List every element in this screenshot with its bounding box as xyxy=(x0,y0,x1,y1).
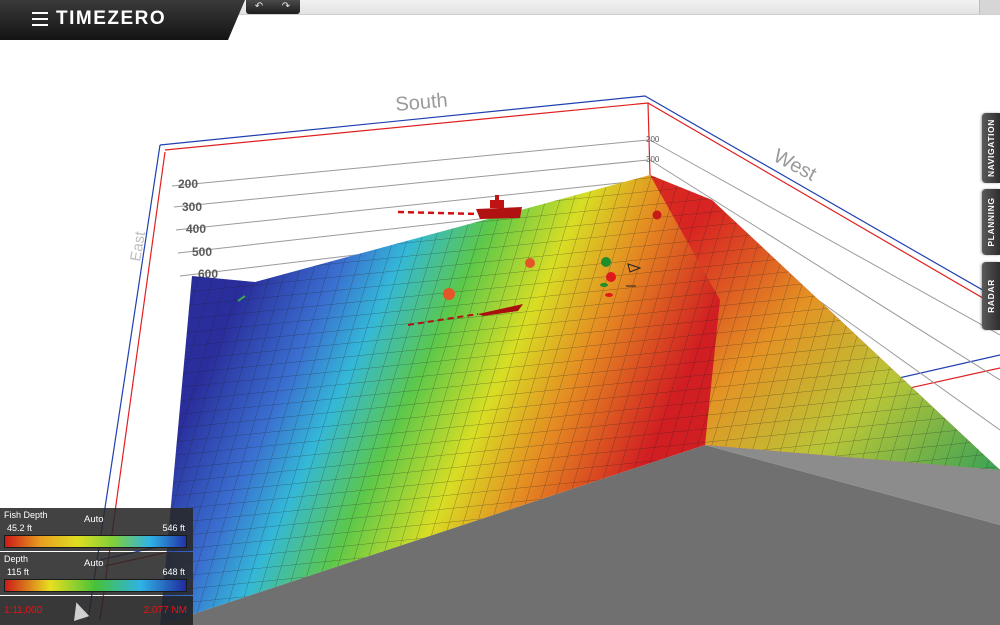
legend-max-value: 546 ft xyxy=(162,523,185,533)
waypoint-marker-icon[interactable] xyxy=(601,257,611,267)
legend-title: Fish Depth xyxy=(4,510,48,520)
own-ship-vessel-icon[interactable] xyxy=(476,195,522,219)
scale-bar: 1:11,000 2.077 NM xyxy=(0,596,193,625)
target-marker-icon[interactable] xyxy=(443,288,455,300)
target-marker-icon[interactable] xyxy=(652,210,662,220)
target-marker-icon[interactable] xyxy=(606,272,616,282)
tab-radar[interactable]: RADAR xyxy=(982,262,1000,330)
depth-tick-label: 500 xyxy=(192,245,212,259)
tab-planning[interactable]: PLANNING xyxy=(982,189,1000,255)
legend-min-value: 45.2 ft xyxy=(7,523,33,533)
axis-label-east: East xyxy=(127,229,149,262)
depth-tick-label: 300 xyxy=(182,200,202,214)
depth-tick-label: 400 xyxy=(186,222,206,236)
depth-tick-label: 300 xyxy=(646,155,660,164)
depth-color-bar xyxy=(4,579,187,592)
legend-min-value: 115 ft xyxy=(7,567,29,577)
marker-shadow-icon xyxy=(605,293,613,297)
tab-navigation-label: NAVIGATION xyxy=(986,118,996,178)
target-marker-icon[interactable] xyxy=(525,258,535,268)
fish-depth-color-bar xyxy=(4,535,187,548)
tab-radar-label: RADAR xyxy=(986,279,996,313)
compass-icon[interactable] xyxy=(68,599,90,622)
tab-planning-label: PLANNING xyxy=(986,197,996,247)
scale-ratio: 1:11,000 xyxy=(4,605,43,616)
depth-tick-label: 200 xyxy=(178,177,198,191)
legend-title: Depth xyxy=(4,554,29,564)
legend-mode[interactable]: Auto xyxy=(84,514,104,525)
depth-tick-label: 200 xyxy=(646,135,660,144)
legend-mode[interactable]: Auto xyxy=(84,558,104,569)
tab-navigation[interactable]: NAVIGATION xyxy=(982,113,1000,183)
marker-shadow-icon xyxy=(600,283,608,287)
depth-legend[interactable]: Depth Auto 115 ft 648 ft xyxy=(0,552,193,595)
axis-label-west: West xyxy=(770,145,821,186)
legend-max-value: 648 ft xyxy=(162,567,185,577)
fish-depth-legend[interactable]: Fish Depth Auto 45.2 ft 546 ft xyxy=(0,508,193,551)
axis-label-south: South xyxy=(395,90,449,116)
scale-distance: 2.077 NM xyxy=(143,605,187,616)
